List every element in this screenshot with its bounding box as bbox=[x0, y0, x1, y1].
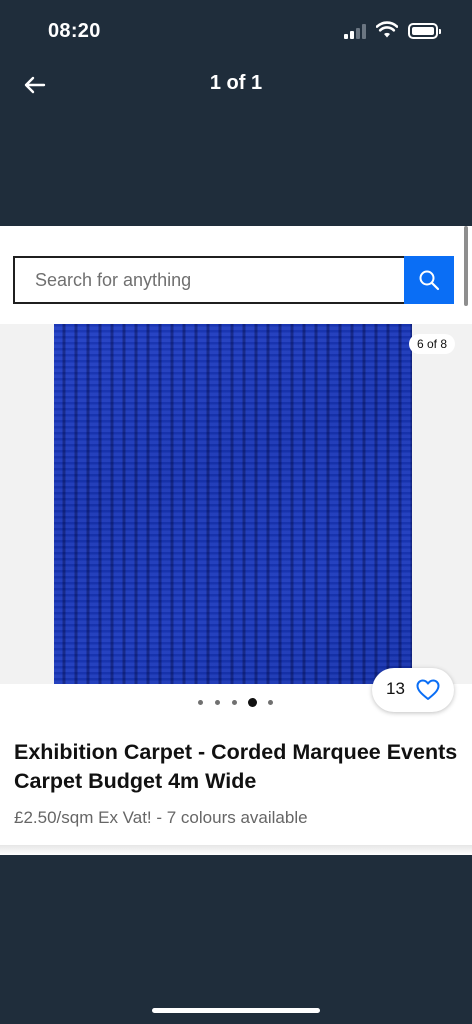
listing-subtitle: £2.50/sqm Ex Vat! - 7 colours available bbox=[14, 808, 308, 827]
gallery-pagination bbox=[196, 697, 276, 709]
battery-icon bbox=[408, 23, 441, 39]
pagination-dot[interactable] bbox=[232, 700, 237, 705]
image-gallery[interactable] bbox=[0, 324, 472, 684]
page-title: 1 of 1 bbox=[209, 72, 263, 94]
cellular-signal-icon bbox=[344, 23, 370, 39]
status-time: 08:20 bbox=[48, 20, 101, 42]
search-icon bbox=[419, 270, 440, 291]
heart-outline-icon bbox=[416, 679, 440, 700]
search-bar bbox=[13, 256, 454, 304]
pagination-dot[interactable] bbox=[268, 700, 273, 705]
pagination-dot[interactable] bbox=[198, 700, 203, 705]
pagination-dot[interactable] bbox=[215, 700, 220, 705]
image-counter: 6 of 8 bbox=[409, 334, 456, 354]
watch-button[interactable]: 13 bbox=[372, 668, 454, 712]
wifi-icon bbox=[376, 21, 398, 38]
pagination-dot-active[interactable] bbox=[248, 698, 257, 707]
status-bar: 08:20 bbox=[0, 0, 472, 62]
divider bbox=[0, 845, 472, 855]
scrollbar[interactable] bbox=[464, 226, 468, 306]
search-button[interactable] bbox=[404, 256, 454, 304]
product-image[interactable] bbox=[54, 324, 412, 684]
search-input[interactable] bbox=[15, 258, 405, 302]
watch-count: 13 bbox=[386, 679, 405, 698]
home-indicator[interactable] bbox=[152, 1008, 320, 1013]
listing-title: Exhibition Carpet - Corded Marquee Event… bbox=[14, 740, 458, 793]
